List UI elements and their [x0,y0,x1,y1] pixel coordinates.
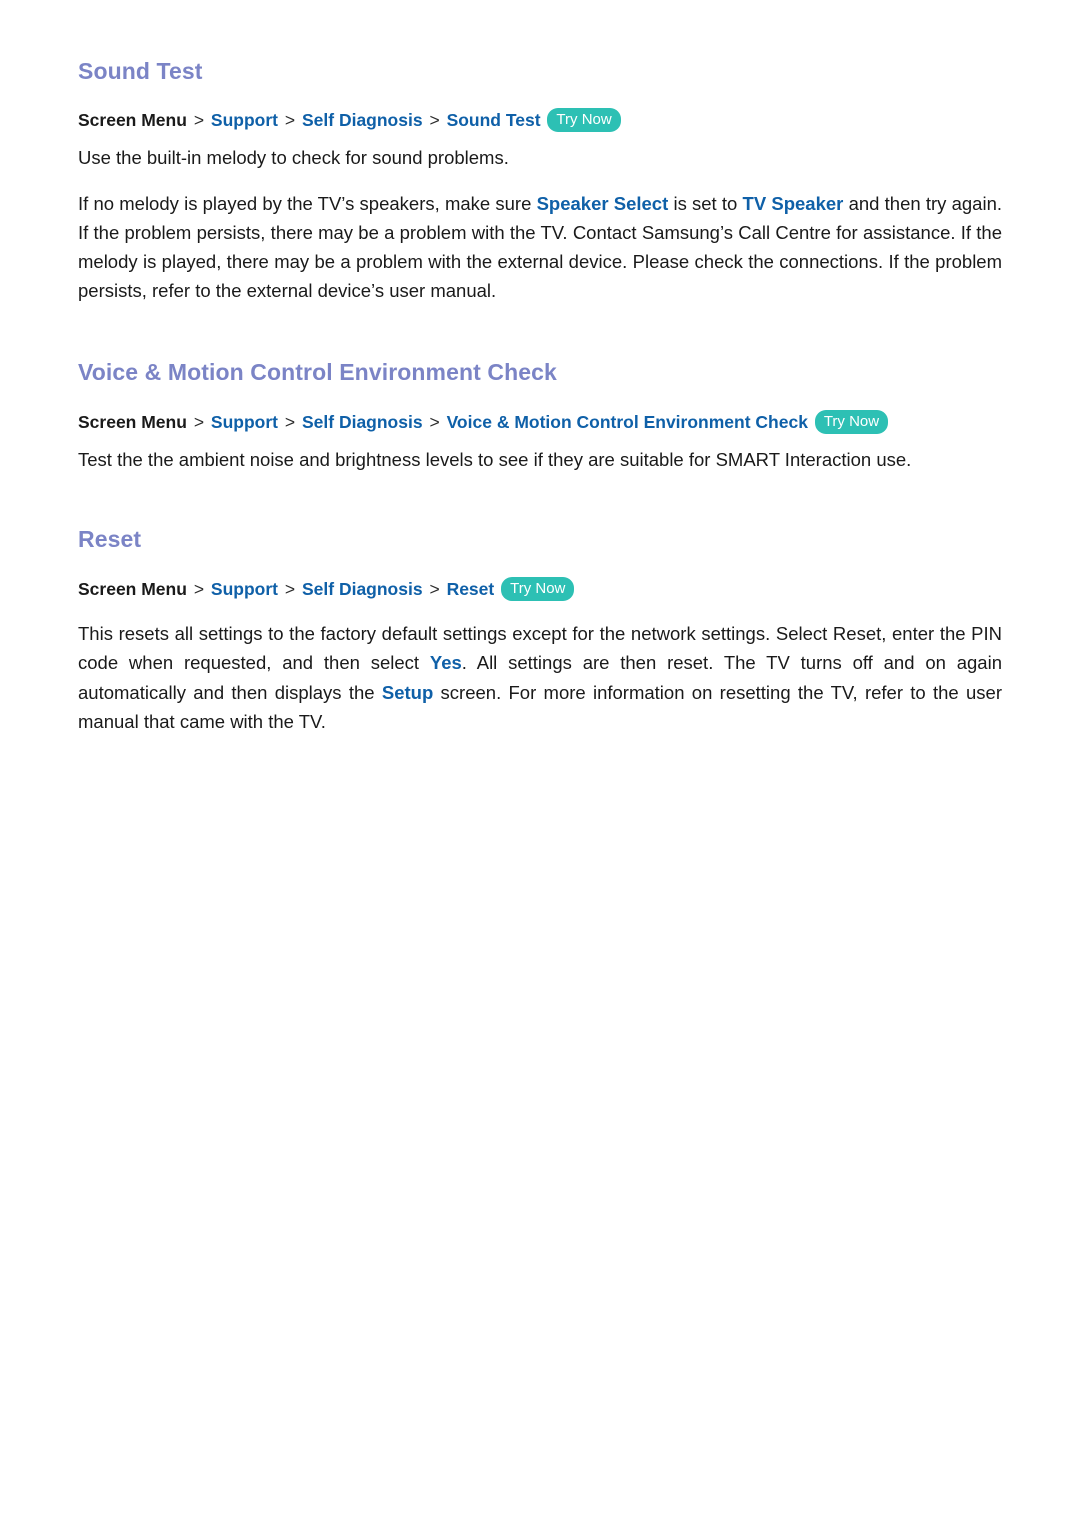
breadcrumb-root: Screen Menu [78,109,187,130]
section-voice-motion-control-environment-check: Voice & Motion Control Environment Check… [78,359,1002,475]
breadcrumb-separator: > [429,109,440,130]
breadcrumb-link-reset[interactable]: Reset [447,579,495,599]
breadcrumb-sound-test: Screen Menu > Support > Self Diagnosis >… [78,107,1002,132]
document-content: Sound Test Screen Menu > Support > Self … [78,58,1002,736]
breadcrumb-voice-motion-control: Screen Menu > Support > Self Diagnosis >… [78,410,1002,435]
breadcrumb-link-support[interactable]: Support [211,579,278,599]
section-reset: Reset Screen Menu > Support > Self Diagn… [78,526,1002,736]
try-now-badge[interactable]: Try Now [814,410,889,435]
section-sound-test: Sound Test Screen Menu > Support > Self … [78,58,1002,306]
breadcrumb-reset: Screen Menu > Support > Self Diagnosis >… [78,577,1002,602]
breadcrumb-link-support[interactable]: Support [211,110,278,130]
try-now-badge[interactable]: Try Now [547,107,621,132]
paragraph-sound-test-intro: Use the built-in melody to check for sou… [78,146,509,168]
inline-highlight-yes: Yes [429,652,462,674]
document-page: Sound Test Screen Menu > Support > Self … [0,0,1080,1527]
breadcrumb-separator: > [284,579,296,600]
breadcrumb-root: Screen Menu [78,579,187,600]
breadcrumb-separator: > [193,109,205,130]
page-title-reset: Reset [78,525,142,552]
inline-highlight-setup: Setup [381,681,434,703]
inline-highlight-tv-speaker: TV Speaker [742,192,844,214]
breadcrumb-link-support[interactable]: Support [211,412,278,432]
breadcrumb-separator: > [429,579,440,600]
paragraph-voice-motion-control-intro: Test the the ambient noise and brightnes… [78,449,912,471]
page-title-sound-test: Sound Test [78,58,203,84]
breadcrumb-link-self-diagnosis[interactable]: Self Diagnosis [302,110,423,130]
try-now-badge[interactable]: Try Now [501,577,575,602]
breadcrumb-link-voice-motion-control-environment-check[interactable]: Voice & Motion Control Environment Check [447,412,808,432]
breadcrumb-link-self-diagnosis[interactable]: Self Diagnosis [302,412,423,432]
breadcrumb-separator: > [193,412,205,433]
breadcrumb-separator: > [429,412,440,433]
breadcrumb-root: Screen Menu [78,412,187,433]
breadcrumb-link-sound-test[interactable]: Sound Test [447,110,541,130]
paragraph-text-fragment: is set to [668,192,743,214]
paragraph-sound-test-details: If no melody is played by the TV’s speak… [78,189,1002,306]
breadcrumb-separator: > [284,412,296,433]
paragraph-text-fragment: If no melody is played by the TV’s speak… [78,192,537,214]
page-title-voice-motion-control-environment-check: Voice & Motion Control Environment Check [78,358,557,385]
paragraph-reset-details: This resets all settings to the factory … [78,619,1002,736]
breadcrumb-link-self-diagnosis[interactable]: Self Diagnosis [302,579,423,599]
inline-highlight-speaker-select: Speaker Select [536,192,669,214]
breadcrumb-separator: > [284,109,296,130]
breadcrumb-separator: > [193,579,205,600]
